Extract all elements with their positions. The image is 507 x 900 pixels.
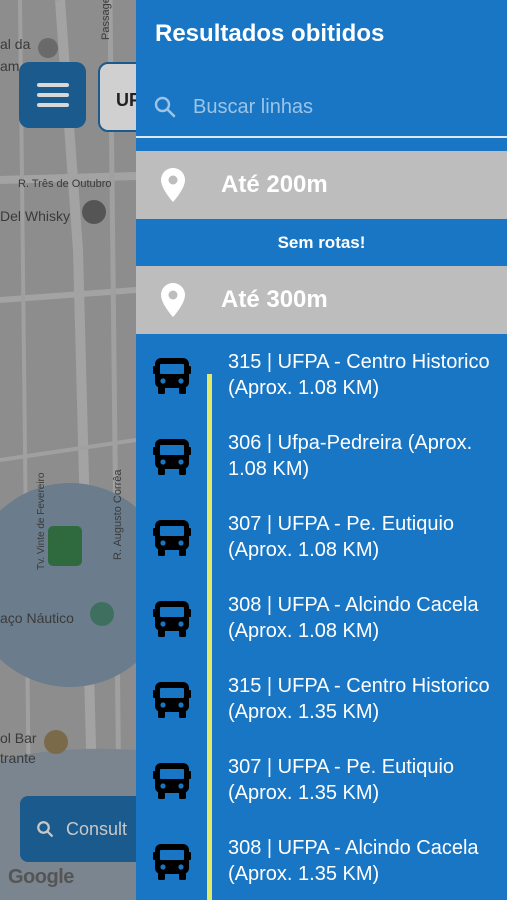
search-icon [37,821,54,838]
google-logo: Google [8,866,74,888]
consult-label: Consult [66,818,128,839]
route-item[interactable]: 308 | UFPA - Alcindo Cacela (Aprox. 1.35… [136,835,507,900]
bus-icon [152,356,192,401]
route-item[interactable]: 308 | UFPA - Alcindo Cacela (Aprox. 1.08… [136,592,507,673]
map-background[interactable]: al da am Passagem Ar R. Três de Outubro … [0,0,136,900]
map-label: Del Whisky [0,208,71,224]
search-icon [154,96,176,118]
menu-button[interactable] [19,62,86,128]
chip-label: UF [116,90,136,110]
search-bar[interactable] [136,78,507,138]
menu-icon [36,93,69,97]
route-label: 307 | UFPA - Pe. Eutiquio (Aprox. 1.08 K… [228,513,455,561]
distance-label: Até 300m [221,286,328,313]
menu-icon [36,103,69,107]
bus-icon [152,761,192,806]
route-item[interactable]: 307 | UFPA - Pe. Eutiquio (Aprox. 1.35 K… [136,754,507,835]
route-label: 306 | Ufpa-Pedreira (Aprox. 1.08 KM) [228,432,473,480]
route-label: 315 | UFPA - Centro Historico (Aprox. 1.… [228,675,490,723]
map-label: ol Bar [0,730,37,746]
map-label: R. Três de Outubro [18,178,112,190]
no-routes-message: Sem rotas! [277,233,366,252]
distance-label: Até 200m [221,171,328,198]
map-label: aço Náutico [0,610,74,626]
distance-section-300m[interactable]: Até 300m [136,266,507,334]
route-label: 308 | UFPA - Alcindo Cacela (Aprox. 1.08… [228,594,479,642]
map-chip[interactable]: UF [98,62,136,132]
bus-icon [152,518,192,563]
bus-icon [152,437,192,482]
distance-section-200m[interactable]: Até 200m [136,151,507,219]
route-item[interactable]: 307 | UFPA - Pe. Eutiquio (Aprox. 1.08 K… [136,511,507,592]
location-pin-icon [161,168,185,202]
menu-icon [36,83,69,87]
route-label: 315 | UFPA - Centro Historico (Aprox. 1.… [228,351,490,399]
route-label: 307 | UFPA - Pe. Eutiquio (Aprox. 1.35 K… [228,756,455,804]
bus-icon [152,680,192,725]
results-drawer: Resultados obitidos Até 200m Sem rotas! … [136,0,507,900]
route-item[interactable]: 315 | UFPA - Centro Historico (Aprox. 1.… [136,349,507,430]
map-label: Tv. Vinte de Fevereiro [36,472,47,570]
route-item[interactable]: 315 | UFPA - Centro Historico (Aprox. 1.… [136,673,507,754]
route-item[interactable]: 306 | Ufpa-Pedreira (Aprox. 1.08 KM) [136,430,507,511]
consult-button[interactable]: Consult [20,796,136,862]
drawer-title: Resultados obitidos [155,20,385,47]
map-label: trante [0,750,36,766]
bus-icon [152,842,192,887]
map-label: am [0,58,20,74]
map-label: al da [0,36,31,52]
map-label: R. Augusto Corrêa [112,469,124,561]
map-label: Passagem Ar [100,0,112,40]
route-label: 308 | UFPA - Alcindo Cacela (Aprox. 1.35… [228,837,479,885]
bus-icon [152,599,192,644]
location-pin-icon [161,283,185,317]
search-input[interactable] [193,95,483,119]
